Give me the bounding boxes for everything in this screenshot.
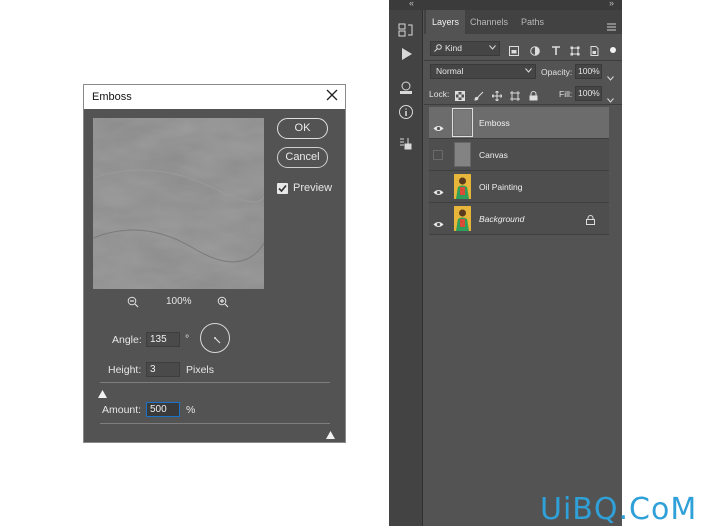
chevron-down-icon — [525, 68, 532, 73]
amount-slider-track[interactable] — [100, 423, 330, 424]
height-unit: Pixels — [186, 364, 215, 376]
filter-preview-image[interactable] — [93, 118, 264, 289]
cancel-button[interactable]: Cancel — [277, 147, 328, 168]
height-input[interactable]: 3 — [146, 362, 180, 377]
filter-adjustment-icon[interactable] — [530, 43, 540, 61]
amount-unit: % — [186, 404, 196, 416]
amount-slider-thumb[interactable] — [326, 426, 335, 444]
close-icon[interactable] — [325, 88, 339, 102]
visibility-eye-icon[interactable] — [433, 215, 444, 233]
tab-channels[interactable]: Channels — [464, 10, 514, 34]
layer-row-canvas[interactable]: Canvas — [429, 139, 609, 171]
preview-label: Preview — [293, 182, 333, 194]
degree-unit: ° — [185, 333, 190, 345]
watermark-logo: UiBQ.CoM — [540, 492, 698, 526]
blend-mode-value: Normal — [436, 66, 464, 76]
layer-row-emboss[interactable]: Emboss — [429, 107, 609, 139]
layer-filter-dropdown[interactable]: Kind — [430, 41, 500, 56]
panel-menu-icon[interactable] — [607, 18, 616, 36]
preview-checkbox[interactable] — [277, 183, 288, 194]
checkmark-icon — [278, 184, 287, 193]
search-icon — [434, 44, 442, 52]
collapse-left-icon[interactable]: « — [409, 0, 414, 8]
properties-icon[interactable] — [398, 136, 414, 157]
divider — [424, 104, 622, 105]
layer-thumbnail[interactable] — [452, 108, 473, 137]
dialog-title: Emboss — [92, 91, 132, 103]
amount-input[interactable]: 500 — [146, 402, 180, 417]
lock-label: Lock: — [429, 89, 450, 99]
info-icon[interactable] — [398, 104, 414, 125]
opacity-chevron-icon[interactable] — [607, 68, 614, 86]
layer-thumbnail[interactable] — [454, 142, 471, 167]
layer-thumbnail[interactable] — [454, 206, 471, 231]
visibility-eye-icon[interactable] — [433, 183, 444, 201]
panel-tabs: Layers Channels Paths — [424, 10, 622, 34]
layer-thumbnail[interactable] — [454, 174, 471, 199]
adjustments-icon[interactable] — [398, 80, 414, 101]
layer-name: Emboss — [479, 118, 510, 128]
height-slider-track[interactable] — [100, 382, 330, 383]
angle-dial[interactable] — [200, 323, 230, 353]
filter-smart-object-icon[interactable] — [589, 43, 599, 61]
layer-row-oil-painting[interactable]: Oil Painting — [429, 171, 609, 203]
photoshop-panel-area: « » Layers Channels Paths Kind Normal Op… — [389, 0, 622, 526]
angle-label: Angle: — [112, 334, 142, 346]
lock-icon[interactable] — [586, 212, 595, 230]
filter-kind-value: Kind — [445, 43, 463, 53]
opacity-label: Opacity: — [541, 67, 573, 77]
fill-input[interactable]: 100% — [575, 86, 602, 101]
opacity-input[interactable]: 100% — [575, 64, 602, 79]
play-action-icon[interactable] — [398, 46, 414, 67]
height-slider-thumb[interactable] — [98, 385, 107, 403]
panel-topbar: « » — [389, 0, 622, 10]
collapse-right-icon[interactable]: » — [609, 0, 614, 8]
filter-type-icon[interactable] — [551, 43, 561, 61]
zoom-in-icon[interactable] — [217, 295, 229, 313]
panel-icon-strip — [389, 10, 423, 526]
layer-name: Background — [479, 214, 525, 224]
fill-chevron-icon[interactable] — [607, 90, 614, 108]
layer-row-background[interactable]: Background — [429, 203, 609, 235]
amount-label: Amount: — [102, 404, 142, 416]
history-icon[interactable] — [398, 22, 414, 43]
tab-paths[interactable]: Paths — [515, 10, 550, 34]
tab-layers[interactable]: Layers — [426, 10, 466, 34]
dialog-titlebar: Emboss — [84, 85, 345, 109]
height-label: Height: — [108, 364, 142, 376]
divider — [424, 60, 622, 61]
zoom-out-icon[interactable] — [127, 295, 139, 313]
layer-name: Oil Painting — [479, 182, 523, 192]
fill-label: Fill: — [559, 89, 573, 99]
screenshot-root: Emboss OK Cancel Preview 100% Angle: 135… — [0, 0, 705, 526]
zoom-level: 100% — [166, 296, 192, 307]
filter-shape-icon[interactable] — [570, 43, 580, 61]
emboss-dialog: Emboss OK Cancel Preview 100% Angle: 135… — [83, 84, 346, 443]
visibility-eye-icon[interactable] — [433, 119, 444, 137]
filter-toggle-icon[interactable] — [609, 41, 617, 59]
layer-name: Canvas — [479, 150, 508, 160]
chevron-down-icon — [489, 45, 496, 50]
filter-pixel-icon[interactable] — [509, 43, 519, 61]
ok-button[interactable]: OK — [277, 118, 328, 139]
angle-input[interactable]: 135 — [146, 332, 180, 347]
visibility-toggle-empty[interactable] — [433, 150, 443, 160]
blend-mode-dropdown[interactable]: Normal — [430, 64, 536, 79]
